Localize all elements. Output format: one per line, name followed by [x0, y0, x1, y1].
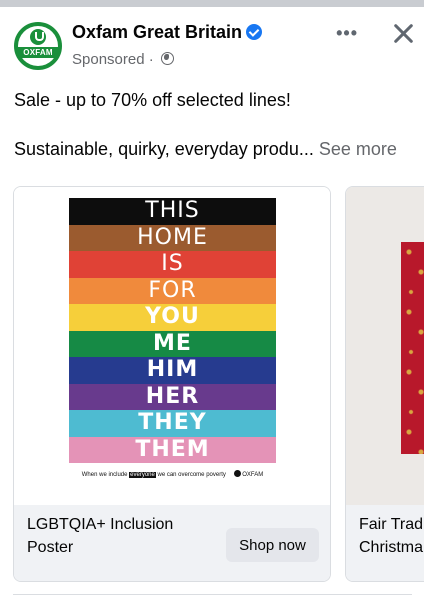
bottom-divider: [13, 594, 412, 595]
poster-band: IS: [69, 251, 276, 278]
ad-text-truncated: Sustainable, quirky, everyday produ...: [14, 139, 314, 159]
poster-band: THEY: [69, 410, 276, 437]
oxfam-logo-icon: [30, 29, 46, 45]
card-footer: LGBTQIA+ Inclusion Poster Shop now: [14, 505, 330, 581]
poster-band: THIS: [69, 198, 276, 225]
poster-band: HOME: [69, 224, 276, 251]
separator: ·: [144, 51, 158, 68]
globe-icon: [160, 52, 174, 65]
poster-band: YOU: [69, 304, 276, 331]
sponsored-text[interactable]: Sponsored: [72, 51, 145, 68]
card-image[interactable]: [346, 187, 424, 505]
poster-footer-highlight: everyone: [129, 472, 156, 478]
card-footer: Fair Trad Christma: [346, 505, 424, 581]
product-carousel[interactable]: THIS HOME IS FOR YOU ME HIM HER THEY THEM When we…: [0, 186, 424, 582]
oxfam-mini-logo-icon: [233, 470, 241, 477]
poster-band: FOR: [69, 277, 276, 304]
card-title[interactable]: Fair Trad Christma: [359, 513, 424, 559]
avatar-text: OXFAM: [18, 47, 58, 58]
card-title[interactable]: LGBTQIA+ Inclusion Poster: [27, 513, 217, 559]
ad-text-line1: Sale - up to 70% off selected lines!: [14, 90, 291, 110]
more-options-icon[interactable]: •••: [336, 24, 358, 42]
avatar[interactable]: OXFAM: [14, 22, 62, 70]
gift-box-image: [401, 242, 424, 454]
ad-header: OXFAM Oxfam Great Britain Sponsored · ••…: [14, 20, 414, 72]
sponsored-label: Sponsored ·: [72, 51, 174, 68]
poster-footer-post: we can overcome poverty: [157, 472, 226, 478]
carousel-card[interactable]: Fair Trad Christma: [345, 186, 424, 582]
top-strip: [0, 0, 424, 7]
verified-badge-icon: [246, 24, 263, 40]
poster-band: HIM: [69, 357, 276, 384]
poster-footer-pre: When we include: [81, 472, 128, 478]
ad-text-line2: Sustainable, quirky, everyday produ... S…: [14, 139, 414, 160]
poster-band: THEM: [69, 436, 276, 463]
page-name-text[interactable]: Oxfam Great Britain: [72, 22, 242, 42]
shop-now-button[interactable]: Shop now: [226, 528, 319, 562]
poster-band: ME: [69, 330, 276, 357]
close-icon[interactable]: [392, 22, 414, 44]
see-more-link[interactable]: See more: [319, 139, 397, 159]
card-image[interactable]: THIS HOME IS FOR YOU ME HIM HER THEY THEM When we…: [14, 187, 330, 505]
poster-footer-brand: OXFAM: [242, 472, 264, 478]
poster-band: HER: [69, 383, 276, 410]
page-name[interactable]: Oxfam Great Britain: [72, 22, 263, 43]
carousel-card[interactable]: THIS HOME IS FOR YOU ME HIM HER THEY THEM When we…: [13, 186, 331, 582]
poster-image: THIS HOME IS FOR YOU ME HIM HER THEY THEM: [69, 198, 276, 464]
avatar-inner: OXFAM: [18, 26, 58, 66]
poster-footer: When we include everyone we can overcome…: [69, 470, 276, 478]
